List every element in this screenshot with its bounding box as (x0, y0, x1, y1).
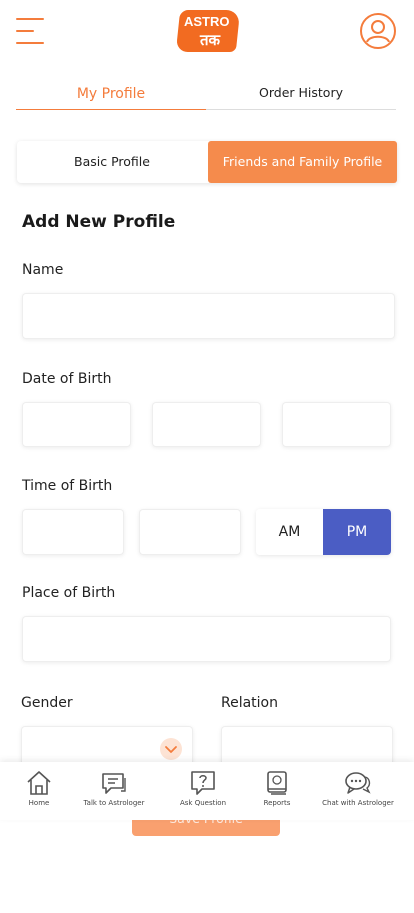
dob-day-input[interactable] (22, 402, 131, 447)
tab-order-history[interactable]: Order History (206, 80, 396, 110)
nav-talk-label: Talk to Astrologer (83, 799, 145, 807)
chat-bubbles-icon (80, 770, 148, 796)
nav-chat-label: Chat with Astrologer (322, 799, 394, 807)
logo-text-bottom: तक (200, 31, 221, 49)
dob-label: Date of Birth (22, 371, 112, 387)
relation-label: Relation (221, 695, 278, 711)
app-header: ASTRO तक (0, 0, 414, 64)
user-circle-icon[interactable] (359, 12, 397, 50)
nav-ask-label: Ask Question (179, 799, 227, 807)
page-title: Add New Profile (22, 212, 176, 232)
nav-ask-question[interactable]: Ask Question (174, 762, 232, 820)
dob-month-input[interactable] (152, 402, 261, 447)
profile-type-toggle: Basic Profile Friends and Family Profile (17, 141, 397, 183)
nav-home-label: Home (28, 799, 50, 807)
nav-home[interactable]: Home (14, 762, 64, 820)
pm-button[interactable]: PM (323, 509, 391, 555)
book-icon (256, 770, 298, 796)
tab-my-profile[interactable]: My Profile (16, 80, 206, 110)
tob-minute-input[interactable] (139, 509, 241, 555)
name-input[interactable] (22, 293, 395, 339)
tob-label: Time of Birth (22, 478, 113, 494)
nav-chat-with-astrologer[interactable]: Chat with Astrologer (318, 762, 398, 820)
dob-year-input[interactable] (282, 402, 391, 447)
astro-tak-logo[interactable]: ASTRO तक (175, 10, 241, 52)
nav-reports[interactable]: Reports (256, 762, 298, 820)
gender-label: Gender (21, 695, 73, 711)
friends-family-profile-button[interactable]: Friends and Family Profile (208, 141, 397, 183)
nav-reports-label: Reports (263, 799, 291, 807)
meridiem-toggle: AM PM (256, 509, 391, 555)
pob-label: Place of Birth (22, 585, 116, 601)
home-icon (14, 770, 64, 796)
name-label: Name (22, 262, 64, 278)
nav-talk-to-astrologer[interactable]: Talk to Astrologer (80, 762, 148, 820)
bottom-navigation: Home Talk to Astrologer Ask Question Rep… (0, 762, 414, 820)
hamburger-menu-icon[interactable] (16, 18, 44, 44)
question-bubble-icon (174, 770, 232, 796)
chevron-down-icon[interactable] (160, 738, 182, 760)
pob-input[interactable] (22, 616, 391, 662)
basic-profile-button[interactable]: Basic Profile (17, 141, 207, 183)
profile-tabs: My Profile Order History (16, 80, 396, 112)
tob-hour-input[interactable] (22, 509, 124, 555)
chat-dots-icon (318, 770, 398, 796)
logo-text-top: ASTRO (184, 14, 230, 29)
am-button[interactable]: AM (256, 509, 323, 555)
